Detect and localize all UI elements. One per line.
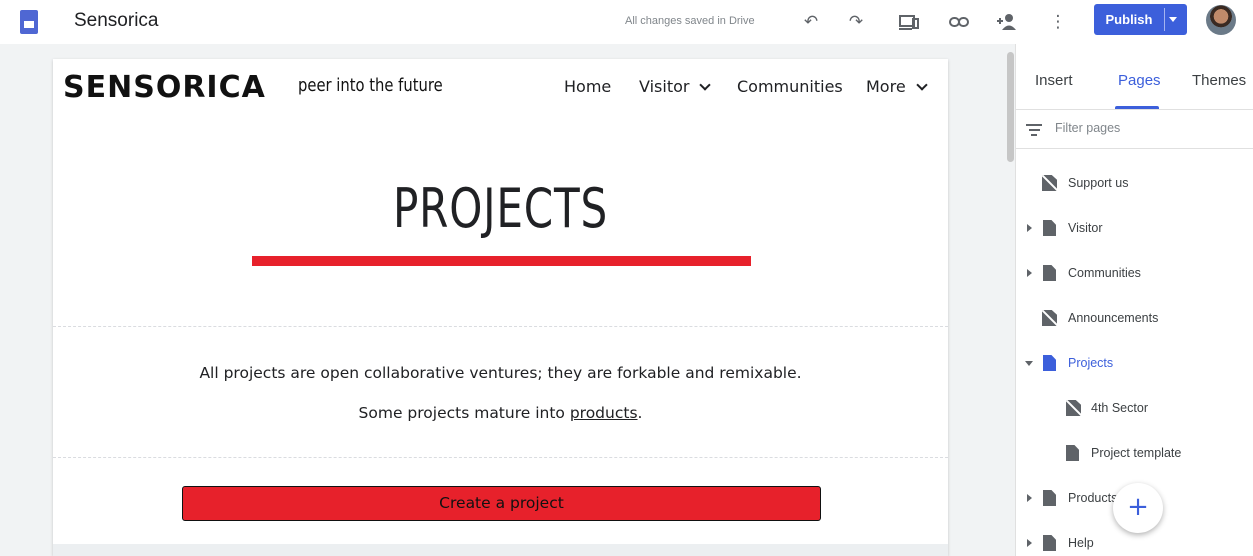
expand-arrow-icon[interactable] [1027,269,1032,277]
site-name[interactable]: Sensorica [74,10,159,32]
tab-divider [1016,109,1253,110]
products-text-suffix: . [637,404,643,422]
nav-more[interactable]: More [866,77,928,96]
page-item-label: Projects [1068,356,1114,370]
hidden-page-icon [1042,310,1057,326]
page-canvas: SENSORICA peer into the future Home Visi… [53,59,948,556]
page-item-communities[interactable]: Communities [1016,264,1253,284]
page-item-announcements[interactable]: Announcements [1016,309,1253,329]
page-item-label: Help [1068,536,1094,550]
section-divider [53,457,948,458]
publish-button[interactable]: Publish [1094,4,1187,35]
publish-label: Publish [1105,12,1153,27]
page-item-help[interactable]: Help [1016,534,1253,554]
page-item-label: 4th Sector [1091,401,1148,415]
products-link[interactable]: products [570,404,638,422]
undo-icon[interactable]: ↶ [800,11,822,33]
nav-visitor[interactable]: Visitor [639,77,712,96]
intro-text: All projects are open collaborative vent… [199,364,802,382]
filter-pages-input[interactable]: Filter pages [1055,121,1120,135]
page-icon [1066,445,1079,461]
page-icon [1043,490,1056,506]
docs-icon[interactable] [20,10,38,34]
page-item-support-us[interactable]: Support us [1016,174,1253,194]
redo-icon[interactable]: ↷ [845,11,867,33]
publish-divider [1164,8,1165,31]
hidden-page-icon [1066,400,1081,416]
nav-visitor-label: Visitor [639,77,690,96]
section-strip [53,544,948,556]
add-page-button[interactable]: + [1113,483,1163,533]
nav-more-label: More [866,77,906,96]
title-underline [252,256,751,266]
expand-arrow-icon[interactable] [1027,539,1032,547]
share-icon[interactable] [995,11,1017,33]
expand-arrow-icon[interactable] [1027,224,1032,232]
page-item-visitor[interactable]: Visitor [1016,219,1253,239]
chevron-down-icon [916,79,928,91]
canvas-scrollbar[interactable] [1007,52,1014,162]
page-item-projects[interactable]: Projects [1016,354,1253,374]
chevron-down-icon [699,79,712,91]
more-icon[interactable]: ⋮ [1047,11,1069,33]
tab-themes[interactable]: Themes [1192,72,1246,89]
editor-toolbar: Sensorica All changes saved in Drive ↶ ↷… [0,0,1253,44]
site-logo[interactable]: SENSORICA [63,73,266,103]
caret-down-icon[interactable] [1169,17,1177,22]
section-divider [53,326,948,327]
page-icon [1043,535,1056,551]
page-title: PROJECTS [393,177,608,240]
page-item-project-template[interactable]: Project template [1016,444,1253,464]
filter-icon [1026,124,1042,138]
tab-pages[interactable]: Pages [1118,72,1161,89]
page-icon [1043,355,1056,371]
filter-divider [1016,148,1253,149]
page-item-label: Communities [1068,266,1141,280]
expand-arrow-icon[interactable] [1027,494,1032,502]
products-text-prefix: Some projects mature into [358,404,570,422]
link-icon[interactable] [948,11,970,33]
page-item-label: Support us [1068,176,1129,190]
side-panel: Insert Pages Themes Filter pages Support… [1015,44,1253,556]
page-item-4th-sector[interactable]: 4th Sector [1016,399,1253,419]
create-project-button[interactable]: Create a project [182,486,821,521]
products-text: Some projects mature into products. [53,404,948,422]
preview-icon[interactable] [898,11,920,33]
nav-communities[interactable]: Communities [737,77,843,96]
page-icon [1043,220,1056,236]
tab-insert[interactable]: Insert [1035,72,1073,89]
page-icon [1043,265,1056,281]
page-item-label: Visitor [1068,221,1103,235]
page-item-label: Project template [1091,446,1182,460]
page-item-label: Announcements [1068,311,1159,325]
nav-home[interactable]: Home [564,77,611,96]
site-tagline: peer into the future [298,75,443,96]
page-item-label: Products [1068,491,1118,505]
hidden-page-icon [1042,175,1057,191]
avatar[interactable] [1206,5,1236,35]
save-status: All changes saved in Drive [625,15,755,27]
collapse-arrow-icon[interactable] [1025,361,1033,366]
